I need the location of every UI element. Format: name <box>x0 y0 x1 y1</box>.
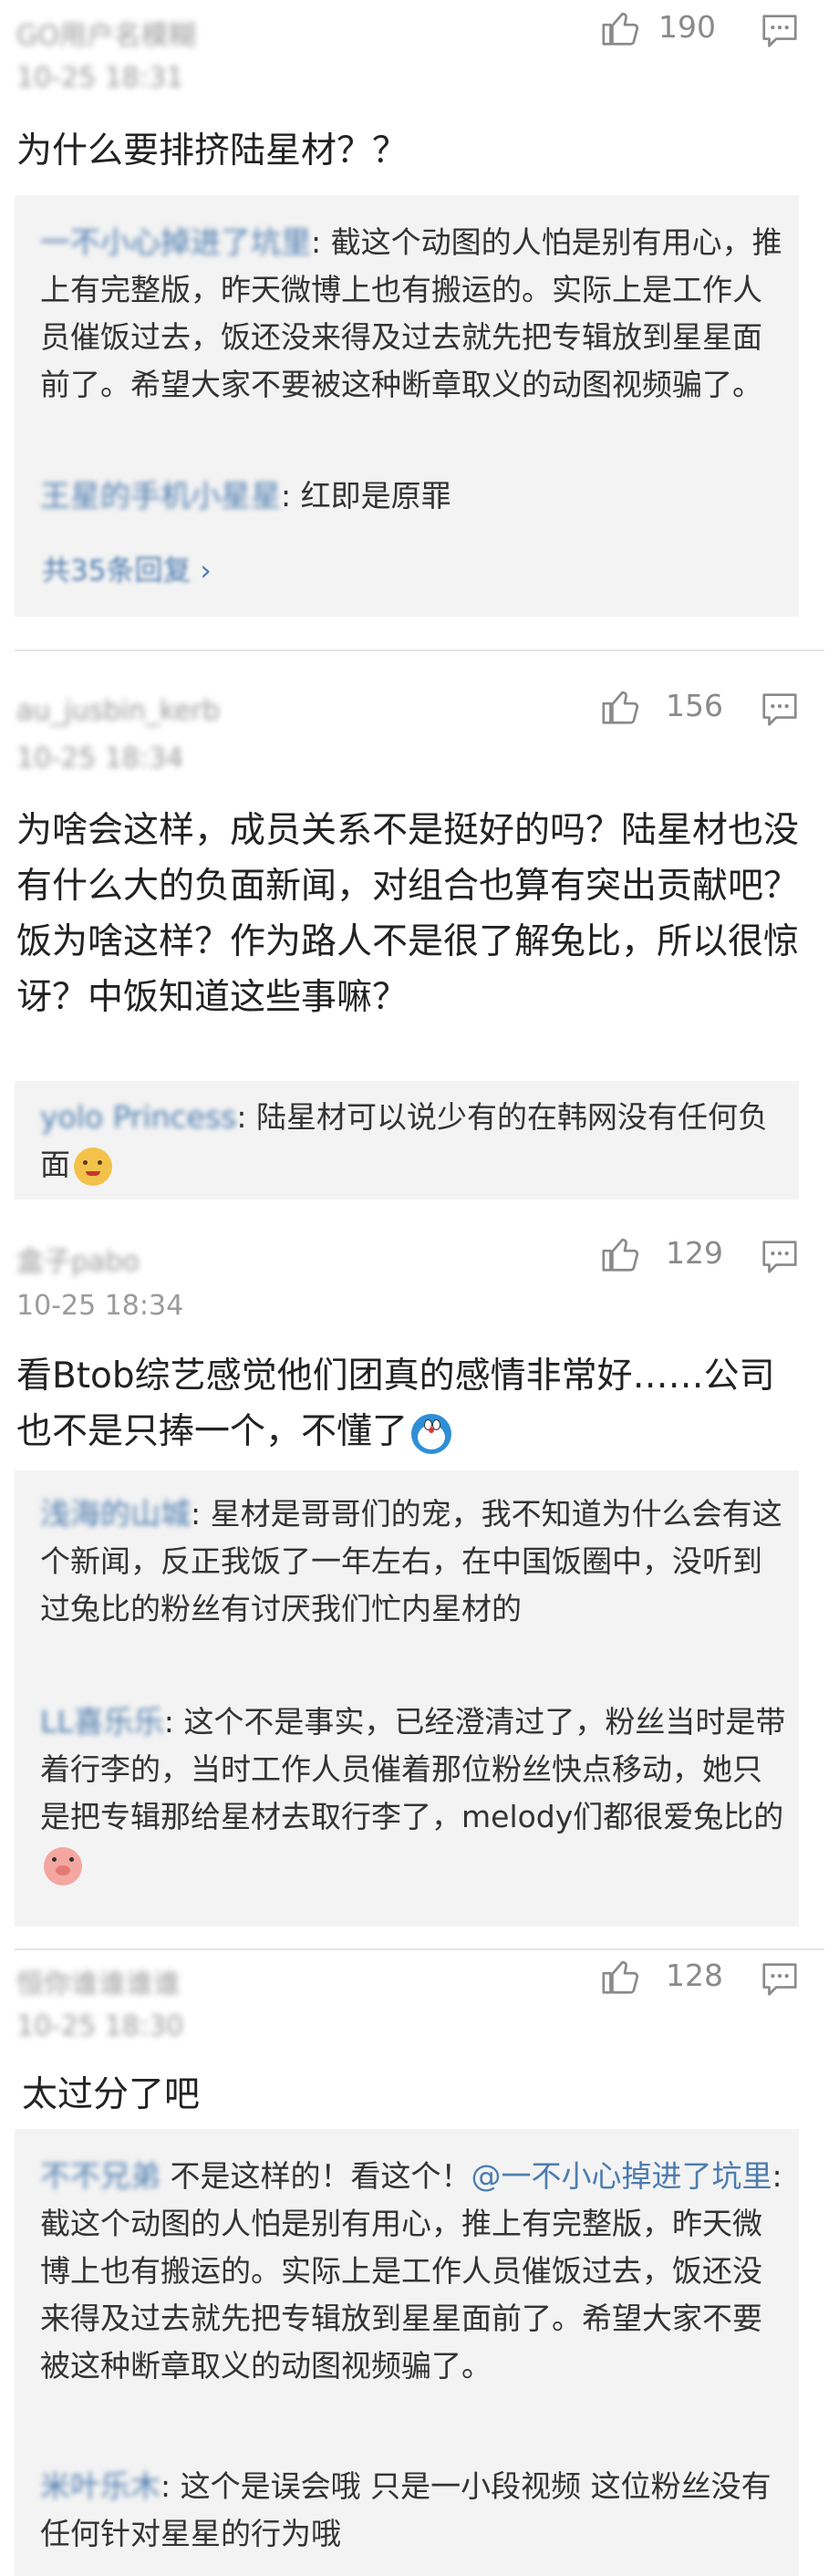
comment-username[interactable]: au_jusbin_kerb <box>16 695 220 727</box>
like-icon[interactable] <box>600 686 642 728</box>
reply-pre-text: 不是这样的！看这个！ <box>170 2158 471 2194</box>
reply-username[interactable]: 浅海的山城 <box>40 1496 191 1532</box>
reply-icon[interactable] <box>759 1235 801 1277</box>
chevron-right-icon: › <box>200 555 212 587</box>
doraemon-emoji <box>411 1413 452 1454</box>
comment-username[interactable]: 盒子pabo <box>16 1239 140 1279</box>
like-count: 156 <box>666 688 723 723</box>
comment-time: 10-25 18:31 <box>16 62 184 94</box>
shrug-emoji <box>74 1147 112 1186</box>
comment-text-content: 看Btob综艺感觉他们团真的感情非常好……公司也不是只捧一个，不懂了 <box>16 1356 775 1452</box>
reply-username[interactable]: yolo Princess <box>40 1099 236 1135</box>
reply-username[interactable]: 米叶乐木 <box>40 2468 161 2504</box>
reply-item[interactable]: yolo Princess: 陆星材可以说少有的在韩网没有任何负面 <box>40 1094 788 1189</box>
like-count: 129 <box>666 1235 723 1271</box>
like-icon[interactable] <box>600 1956 642 1998</box>
reply-username[interactable]: 王星的手机小星星 <box>40 478 281 514</box>
like-count: 190 <box>658 9 716 45</box>
reply-icon[interactable] <box>759 688 801 730</box>
reply-text: 红即是原罪 <box>300 478 451 514</box>
comment-time: 10-25 18:34 <box>16 1290 184 1322</box>
reply-box: 一不小心掉进了坑里: 截这个动图的人怕是别有用心，推上有完整版，昨天微博上也有搬… <box>15 195 799 617</box>
reply-username[interactable]: LL喜乐乐 <box>40 1704 164 1740</box>
comment-text: 看Btob综艺感觉他们团真的感情非常好……公司也不是只捧一个，不懂了 <box>16 1348 801 1459</box>
pig-emoji <box>44 1846 82 1885</box>
comment-item: GO用户名模糊 10-25 18:31 190 为什么要排挤陆星材？？ 一不小心… <box>0 0 839 639</box>
comment-username[interactable]: GO用户名模糊 <box>16 13 196 53</box>
comment-text: 为啥会这样，成员关系不是挺好的吗？陆星材也没有什么大的负面新闻，对组合也算有突出… <box>16 810 800 1018</box>
reply-item[interactable]: 不不兄弟 不是这样的！看这个！@一不小心掉进了坑里: 截这个动图的人怕是别有用心… <box>40 2153 788 2390</box>
like-icon[interactable] <box>600 7 642 49</box>
more-replies-label: 共35条回复 <box>42 555 192 587</box>
reply-username[interactable]: 一不小心掉进了坑里 <box>40 224 311 260</box>
comment-text: 为什么要排挤陆星材？？ <box>16 130 409 171</box>
reply-text: 截这个动图的人怕是别有用心，推上有完整版，昨天微博上也有搬运的。实际上是工作人员… <box>40 2206 762 2384</box>
comment-item: 恒你谁谁谁谁 10-25 18:30 128 太过分了吧 不不兄弟 不是这样的！… <box>0 1952 839 2576</box>
reply-icon[interactable] <box>759 9 801 51</box>
reply-item[interactable]: 米叶乐木: 这个是误会哦 只是一小段视频 这位粉丝没有任何针对星星的行为哦 <box>40 2463 788 2558</box>
comment-divider <box>15 649 824 651</box>
comment-text: 太过分了吧 <box>22 2074 201 2115</box>
comment-divider <box>15 1948 824 1950</box>
reply-box: 浅海的山城: 星材是哥哥们的宠，我不知道为什么会有这个新闻，反正我饭了一年左右，… <box>15 1470 799 1927</box>
reply-item[interactable]: 浅海的山城: 星材是哥哥们的宠，我不知道为什么会有这个新闻，反正我饭了一年左右，… <box>40 1491 788 1633</box>
comment-time: 10-25 18:30 <box>16 2010 184 2042</box>
like-count: 128 <box>666 1958 723 1993</box>
reply-icon[interactable] <box>759 1958 801 2000</box>
reply-mention-link[interactable]: @一不小心掉进了坑里 <box>471 2158 772 2194</box>
comment-time: 10-25 18:34 <box>16 743 184 774</box>
reply-box: yolo Princess: 陆星材可以说少有的在韩网没有任何负面 <box>15 1081 799 1200</box>
comment-username[interactable]: 恒你谁谁谁谁 <box>16 1961 181 2001</box>
like-icon[interactable] <box>600 1233 642 1275</box>
comment-item: 盒子pabo 10-25 18:34 129 看Btob综艺感觉他们团真的感情非… <box>0 1222 839 1948</box>
reply-box: 不不兄弟 不是这样的！看这个！@一不小心掉进了坑里: 截这个动图的人怕是别有用心… <box>15 2129 799 2576</box>
comment-item: au_jusbin_kerb 10-25 18:34 156 为啥会这样，成员关… <box>0 666 839 1222</box>
reply-item[interactable]: LL喜乐乐: 这个不是事实，已经澄清过了，粉丝当时是带着行李的，当时工作人员催着… <box>40 1698 788 1888</box>
reply-item[interactable]: 王星的手机小星星: 红即是原罪 <box>40 473 788 520</box>
more-replies-link[interactable]: 共35条回复 › <box>42 547 212 588</box>
reply-item[interactable]: 一不小心掉进了坑里: 截这个动图的人怕是别有用心，推上有完整版，昨天微博上也有搬… <box>40 219 788 409</box>
reply-username[interactable]: 不不兄弟 <box>40 2158 161 2194</box>
